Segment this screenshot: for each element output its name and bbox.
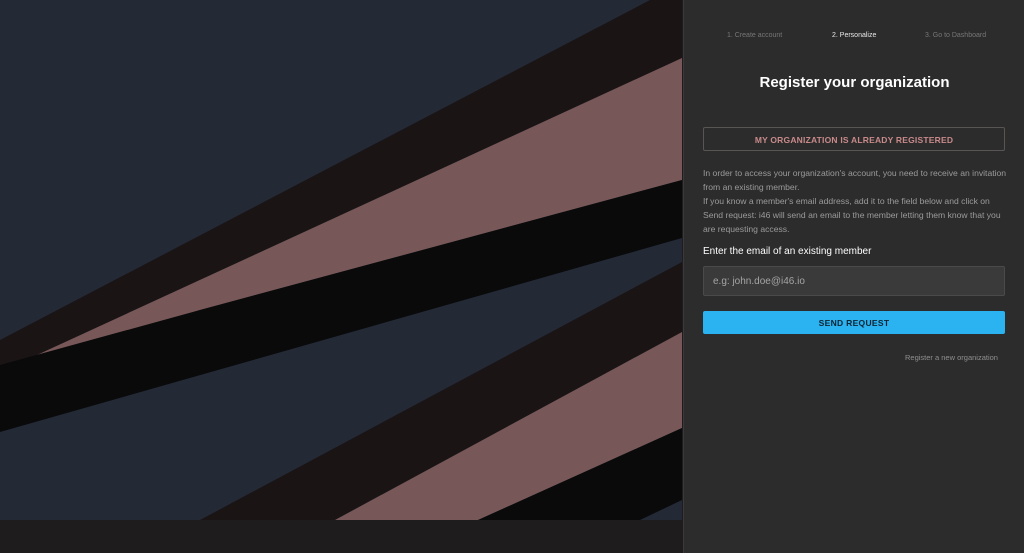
register-new-organization-link[interactable]: Register a new organization: [905, 353, 998, 362]
step-create-account: 1. Create account: [727, 32, 783, 39]
already-registered-button[interactable]: MY ORGANIZATION IS ALREADY REGISTERED: [703, 127, 1005, 151]
step-personalize: 2. Personalize: [832, 32, 877, 39]
instruction-line-2: If you know a member's email address, ad…: [703, 196, 1001, 234]
instruction-line-1: In order to access your organization's a…: [703, 168, 1007, 192]
send-request-button[interactable]: SEND REQUEST: [703, 311, 1005, 334]
member-email-input[interactable]: [703, 266, 1005, 296]
bottom-strip: [0, 520, 683, 553]
access-instructions: In order to access your organization's a…: [703, 166, 1007, 236]
registration-panel: 1. Create account 2. Personalize 3. Go t…: [683, 0, 1024, 553]
registration-page: 1. Create account 2. Personalize 3. Go t…: [0, 0, 1024, 553]
diagonal-stripes-art: [0, 0, 682, 520]
email-label: Enter the email of an existing member: [703, 246, 872, 257]
hero-background: [0, 0, 682, 520]
progress-steps: 1. Create account 2. Personalize 3. Go t…: [684, 32, 1024, 44]
step-go-to-dashboard: 3. Go to Dashboard: [925, 32, 987, 39]
page-title: Register your organization: [759, 74, 950, 91]
